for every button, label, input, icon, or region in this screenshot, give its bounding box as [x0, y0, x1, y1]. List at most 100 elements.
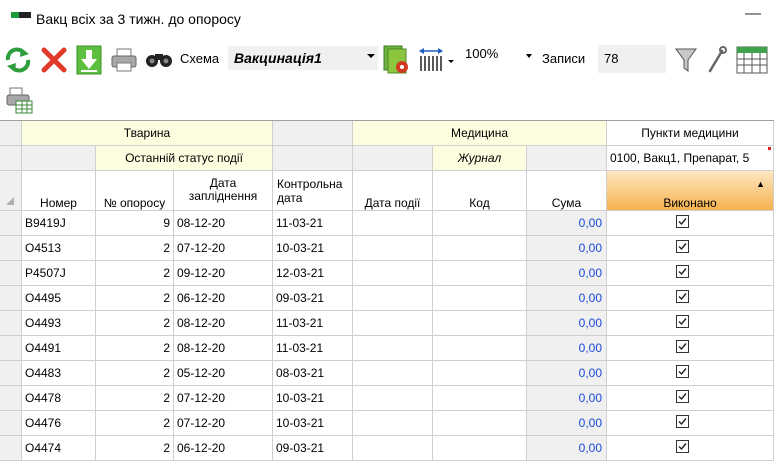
cell-control-date[interactable]: 10-03-21 [273, 386, 353, 411]
row-header[interactable] [0, 436, 22, 461]
cell-sum[interactable]: 0,00 [527, 211, 607, 236]
cell-number[interactable]: O4495 [22, 286, 96, 311]
cell-sum[interactable]: 0,00 [527, 336, 607, 361]
row-header[interactable] [0, 386, 22, 411]
scheme-dropdown[interactable]: Вакцинація1 [228, 46, 378, 70]
minimize-button[interactable]: — [745, 5, 761, 23]
column-header-done[interactable]: Виконано ▲ [607, 171, 774, 211]
cell-number[interactable]: O4478 [22, 386, 96, 411]
cell-number[interactable]: O4491 [22, 336, 96, 361]
cell-mating-date[interactable]: 08-12-20 [174, 311, 273, 336]
row-header[interactable] [0, 211, 22, 236]
cell-control-date[interactable]: 11-03-21 [273, 336, 353, 361]
done-checkbox[interactable] [676, 240, 689, 253]
cell-code[interactable] [433, 261, 527, 286]
cell-number[interactable]: O4474 [22, 436, 96, 461]
cell-event-date[interactable] [353, 211, 433, 236]
print-grid-icon[interactable] [6, 86, 34, 114]
cell-mating-date[interactable]: 07-12-20 [174, 411, 273, 436]
refresh-icon[interactable] [4, 47, 32, 73]
done-checkbox[interactable] [676, 390, 689, 403]
cell-control-date[interactable]: 12-03-21 [273, 261, 353, 286]
cell-event-date[interactable] [353, 286, 433, 311]
cell-sum[interactable]: 0,00 [527, 236, 607, 261]
filter-icon[interactable] [674, 46, 698, 74]
row-header[interactable] [0, 361, 22, 386]
cell-control-date[interactable]: 11-03-21 [273, 211, 353, 236]
cell-control-date[interactable]: 09-03-21 [273, 436, 353, 461]
cell-event-date[interactable] [353, 436, 433, 461]
row-header[interactable] [0, 411, 22, 436]
column-header-control-date[interactable]: Контрольна дата [273, 171, 353, 211]
calendar-icon[interactable] [736, 46, 768, 74]
cell-mating-date[interactable]: 06-12-20 [174, 436, 273, 461]
cell-code[interactable] [433, 286, 527, 311]
column-header-sum[interactable]: Сума [527, 171, 607, 211]
column-header-farrowing[interactable]: № опоросу [96, 171, 174, 211]
cell-number[interactable]: B9419J [22, 211, 96, 236]
cell-sum[interactable]: 0,00 [527, 386, 607, 411]
column-header-number[interactable]: Номер [22, 171, 96, 211]
cell-mating-date[interactable]: 06-12-20 [174, 286, 273, 311]
done-checkbox[interactable] [676, 415, 689, 428]
cell-sum[interactable]: 0,00 [527, 261, 607, 286]
print-icon[interactable] [110, 47, 138, 73]
cell-mating-date[interactable]: 08-12-20 [174, 336, 273, 361]
done-checkbox[interactable] [676, 315, 689, 328]
cell-farrowing[interactable]: 9 [96, 211, 174, 236]
cell-number[interactable]: O4493 [22, 311, 96, 336]
cell-control-date[interactable]: 10-03-21 [273, 236, 353, 261]
cell-code[interactable] [433, 411, 527, 436]
row-header[interactable] [0, 261, 22, 286]
cell-event-date[interactable] [353, 236, 433, 261]
cell-mating-date[interactable]: 05-12-20 [174, 361, 273, 386]
column-header-event-date[interactable]: Дата події [353, 171, 433, 211]
cell-farrowing[interactable]: 2 [96, 311, 174, 336]
cell-farrowing[interactable]: 2 [96, 261, 174, 286]
row-header[interactable] [0, 311, 22, 336]
cell-code[interactable] [433, 436, 527, 461]
cell-event-date[interactable] [353, 361, 433, 386]
cell-code[interactable] [433, 311, 527, 336]
cell-sum[interactable]: 0,00 [527, 286, 607, 311]
cell-sum[interactable]: 0,00 [527, 411, 607, 436]
cell-number[interactable]: O4483 [22, 361, 96, 386]
row-header[interactable] [0, 286, 22, 311]
settings-wrench-icon[interactable] [706, 46, 728, 74]
cell-mating-date[interactable]: 09-12-20 [174, 261, 273, 286]
cell-event-date[interactable] [353, 336, 433, 361]
cell-farrowing[interactable]: 2 [96, 336, 174, 361]
cell-event-date[interactable] [353, 311, 433, 336]
find-icon[interactable] [144, 48, 174, 70]
delete-icon[interactable] [40, 46, 68, 74]
cell-code[interactable] [433, 211, 527, 236]
cell-event-date[interactable] [353, 411, 433, 436]
row-header[interactable] [0, 336, 22, 361]
cell-control-date[interactable]: 08-03-21 [273, 361, 353, 386]
cell-code[interactable] [433, 336, 527, 361]
done-checkbox[interactable] [676, 340, 689, 353]
done-checkbox[interactable] [676, 290, 689, 303]
cell-mating-date[interactable]: 07-12-20 [174, 236, 273, 261]
cell-farrowing[interactable]: 2 [96, 286, 174, 311]
cell-number[interactable]: O4476 [22, 411, 96, 436]
cell-control-date[interactable]: 11-03-21 [273, 311, 353, 336]
cell-farrowing[interactable]: 2 [96, 386, 174, 411]
column-header-code[interactable]: Код [433, 171, 527, 211]
cell-control-date[interactable]: 10-03-21 [273, 411, 353, 436]
cell-code[interactable] [433, 361, 527, 386]
cell-control-date[interactable]: 09-03-21 [273, 286, 353, 311]
done-checkbox[interactable] [676, 440, 689, 453]
cell-event-date[interactable] [353, 261, 433, 286]
done-checkbox[interactable] [676, 265, 689, 278]
cell-number[interactable]: O4513 [22, 236, 96, 261]
cell-farrowing[interactable]: 2 [96, 436, 174, 461]
cell-sum[interactable]: 0,00 [527, 311, 607, 336]
scheme-settings-icon[interactable] [382, 45, 410, 75]
cell-sum[interactable]: 0,00 [527, 436, 607, 461]
done-checkbox[interactable] [676, 365, 689, 378]
download-icon[interactable] [76, 45, 102, 75]
cell-farrowing[interactable]: 2 [96, 236, 174, 261]
cell-number[interactable]: P4507J [22, 261, 96, 286]
cell-farrowing[interactable]: 2 [96, 361, 174, 386]
